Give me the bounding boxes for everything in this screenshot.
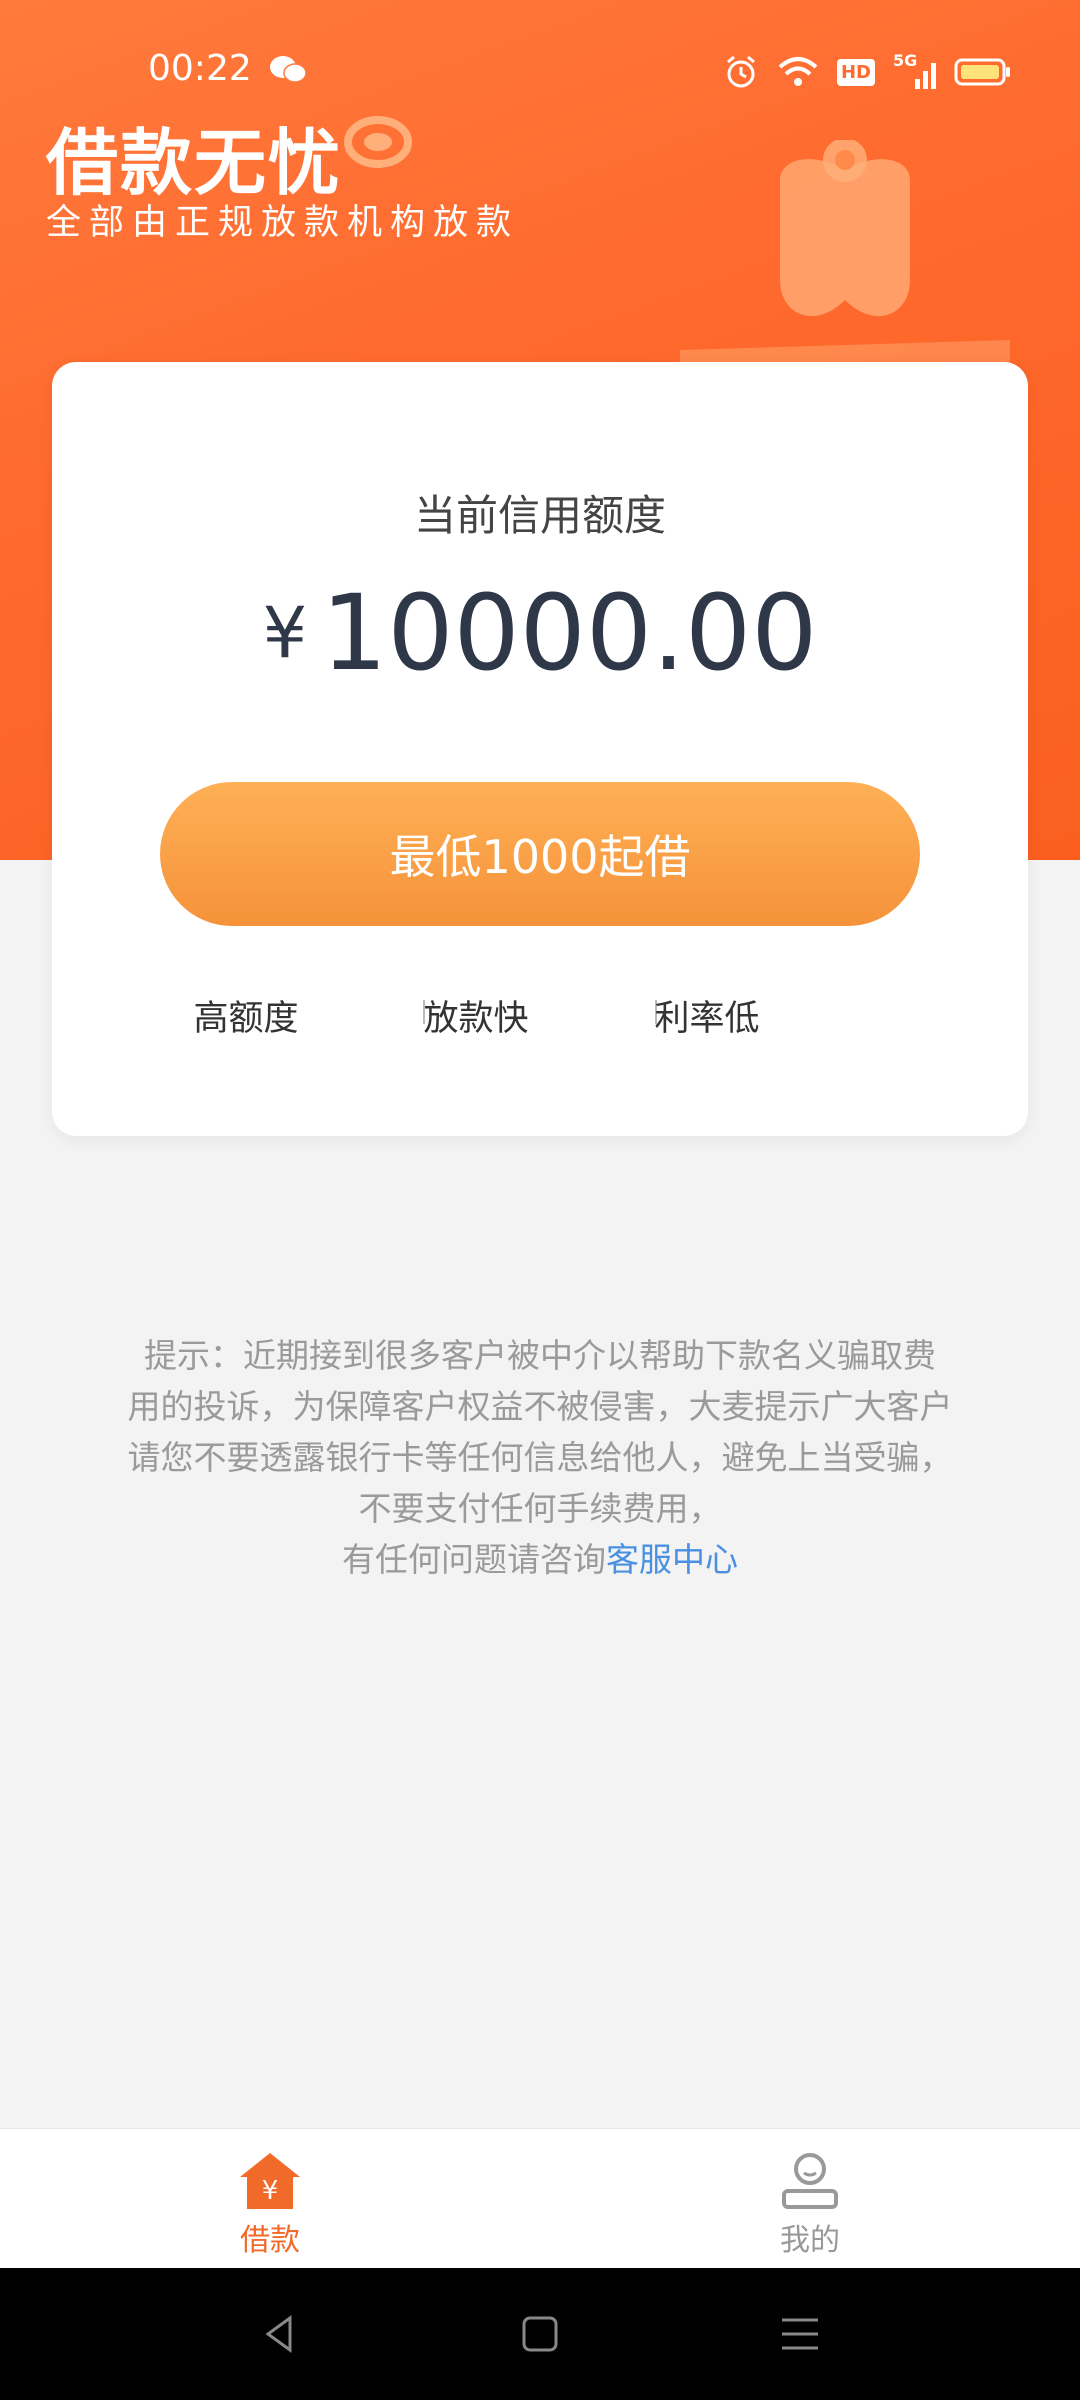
notice-line: 有任何问题请咨询客服中心 bbox=[90, 1534, 990, 1585]
notice-line: 不要支付任何手续费用， bbox=[358, 1489, 722, 1528]
signal-icon: 5G bbox=[893, 51, 936, 89]
home-yen-icon: ¥ bbox=[240, 2153, 300, 2209]
credit-limit-card: 当前信用额度 ¥10000.00 最低1000起借 高额度 放款快 利率低 bbox=[52, 362, 1028, 1136]
system-navigation-bar bbox=[0, 2268, 1080, 2400]
recents-menu-icon[interactable] bbox=[778, 2312, 822, 2356]
feature-low-rate: 利率低 bbox=[654, 999, 760, 1039]
customer-service-link[interactable]: 客服中心 bbox=[606, 1540, 738, 1579]
amount-value: 10000.00 bbox=[321, 572, 818, 694]
status-icons: HD 5G bbox=[723, 51, 1012, 92]
credit-limit-amount: ¥10000.00 bbox=[52, 572, 1028, 694]
home-icon[interactable] bbox=[518, 2312, 562, 2356]
wifi-icon bbox=[778, 57, 818, 86]
feature-high-limit: 高额度 bbox=[193, 999, 299, 1039]
tab-mine[interactable]: 我的 bbox=[710, 2129, 910, 2269]
status-time: 00:22 bbox=[148, 48, 252, 89]
feature-fast-loan: 放款快 bbox=[423, 999, 529, 1039]
alarm-icon bbox=[727, 55, 755, 88]
notice-line: 用的投诉，为保障客户权益不被侵害，大麦提示广大客户 bbox=[127, 1387, 953, 1426]
credit-limit-label: 当前信用额度 bbox=[413, 491, 666, 540]
notice-line: 提示：近期接到很多客户被中介以帮助下款名义骗取费 bbox=[144, 1336, 936, 1375]
bottom-tab-bar: ¥ 借款 我的 bbox=[0, 2128, 1080, 2269]
brand-subtitle: 全部由正规放款机构放款 bbox=[46, 203, 520, 243]
hd-icon: HD bbox=[836, 58, 875, 86]
notice-line: 请您不要透露银行卡等任何信息给他人，避免上当受骗， bbox=[127, 1438, 953, 1477]
feature-list: 高额度 放款快 利率低 bbox=[52, 990, 1028, 1050]
back-icon[interactable] bbox=[258, 2312, 302, 2356]
borrow-button[interactable]: 最低1000起借 bbox=[160, 782, 920, 926]
currency-symbol: ¥ bbox=[262, 592, 308, 674]
battery-icon bbox=[954, 58, 1010, 86]
fraud-notice: 提示：近期接到很多客户被中介以帮助下款名义骗取费 用的投诉，为保障客户权益不被侵… bbox=[90, 1330, 990, 1585]
svg-text:¥: ¥ bbox=[262, 2176, 279, 2206]
tab-borrow-label: 借款 bbox=[240, 2223, 300, 2258]
network-type-label: 5G bbox=[893, 51, 918, 70]
tab-mine-label: 我的 bbox=[780, 2223, 840, 2258]
brand-logo-icon bbox=[344, 116, 412, 168]
wechat-notification-icon bbox=[270, 56, 307, 83]
tab-borrow[interactable]: ¥ 借款 bbox=[170, 2129, 370, 2269]
user-icon bbox=[782, 2153, 838, 2209]
notice-contact-prefix: 有任何问题请咨询 bbox=[342, 1540, 606, 1579]
